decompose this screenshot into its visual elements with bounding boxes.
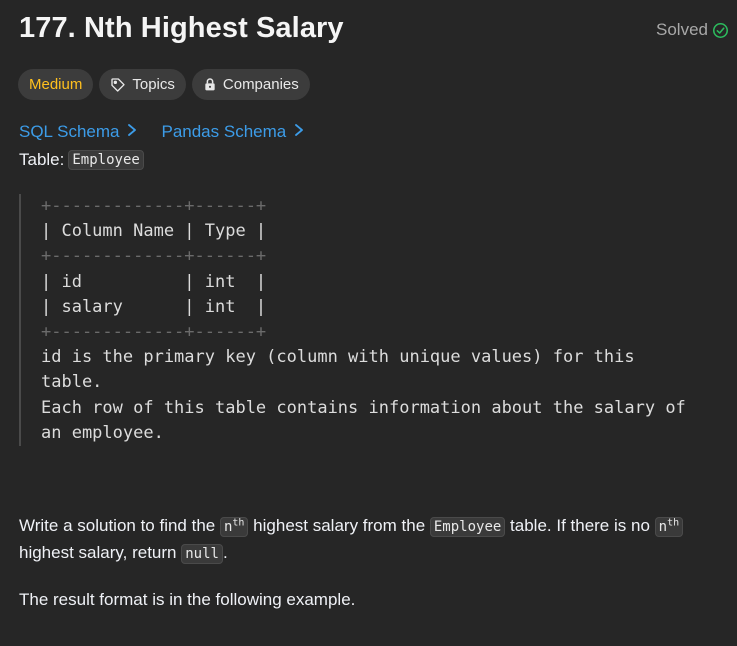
description-text: Write a solution to find the	[19, 516, 220, 535]
table-row-salary: | salary | int |	[41, 296, 267, 317]
schema-code-block: +-------------+------+ | Column Name | T…	[19, 194, 721, 446]
table-header-row: | Column Name | Type |	[41, 221, 267, 242]
pandas-schema-link[interactable]: Pandas Schema	[161, 122, 304, 142]
note-line-1: id is the primary key (column with uniqu…	[41, 347, 635, 368]
null-code: null	[181, 544, 223, 564]
table-label: Table:	[19, 150, 65, 169]
topics-label: Topics	[132, 76, 175, 93]
solved-status: Solved	[656, 20, 729, 40]
companies-button[interactable]: Companies	[191, 69, 310, 100]
pandas-schema-label: Pandas Schema	[161, 122, 287, 141]
schema-pre: +-------------+------+ | Column Name | T…	[41, 194, 686, 446]
problem-description: Write a solution to find the nth highest…	[19, 513, 729, 567]
chevron-right-icon	[294, 122, 304, 142]
check-circle-icon	[712, 22, 729, 39]
table-label-line: Table: Employee	[19, 150, 144, 170]
problem-name: Nth Highest Salary	[84, 12, 344, 44]
sql-schema-link[interactable]: SQL Schema	[19, 122, 137, 142]
nth-base: n	[658, 519, 668, 535]
companies-label: Companies	[222, 76, 299, 93]
chevron-right-icon	[127, 122, 137, 142]
note-line-4: an employee.	[41, 422, 164, 443]
schema-links: SQL Schema Pandas Schema	[19, 122, 304, 142]
lock-icon	[203, 77, 217, 92]
table-border-mid: +-------------+------+	[41, 246, 267, 267]
nth-code: nth	[219, 517, 249, 537]
note-line-3: Each row of this table contains informat…	[41, 397, 686, 418]
table-row-id: | id | int |	[41, 271, 267, 292]
table-border-bottom: +-------------+------+	[41, 322, 267, 343]
description-text: highest salary, return	[19, 543, 182, 562]
tag-bar: Medium Topics Companies	[18, 69, 310, 100]
topics-button[interactable]: Topics	[99, 69, 186, 100]
sql-schema-label: SQL Schema	[19, 122, 120, 141]
nth-superscript: th	[667, 517, 680, 529]
nth-superscript: th	[232, 517, 245, 529]
problem-title: 177. Nth Highest Salary	[19, 12, 344, 45]
employee-code: Employee	[429, 517, 506, 537]
result-format-text: The result format is in the following ex…	[19, 590, 356, 609]
note-line-2: table.	[41, 372, 103, 393]
description-text: .	[222, 543, 228, 562]
description-text: table. If there is no	[505, 516, 655, 535]
tag-icon	[110, 77, 126, 93]
problem-page: 177. Nth Highest Salary Solved Medium To…	[0, 0, 737, 646]
problem-number: 177.	[19, 12, 76, 44]
difficulty-label: Medium	[29, 76, 83, 93]
nth-code: nth	[654, 517, 684, 537]
table-border-top: +-------------+------+	[41, 196, 267, 216]
table-name-code: Employee	[68, 150, 144, 170]
difficulty-badge[interactable]: Medium	[18, 69, 94, 100]
description-text: highest salary from the	[248, 516, 430, 535]
solved-label: Solved	[656, 20, 708, 39]
